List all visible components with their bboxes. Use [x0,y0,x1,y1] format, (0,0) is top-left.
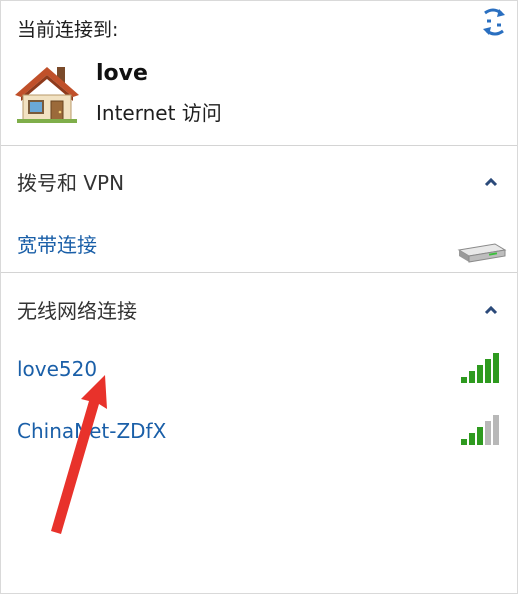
section-divider [1,145,517,146]
signal-bar [493,415,499,445]
house-icon [13,61,81,125]
section-divider [1,272,517,273]
wireless-collapse-button[interactable] [478,299,504,321]
wireless-section-title: 无线网络连接 [17,299,137,323]
signal-bar [477,365,483,383]
signal-bar [461,377,467,383]
connected-network-name: love [96,61,148,86]
signal-bar [477,427,483,445]
signal-bar [485,359,491,383]
signal-bar [461,439,467,445]
dialup-collapse-button[interactable] [478,171,504,193]
broadband-modem-icon [455,238,507,266]
network-flyout-panel: 当前连接到: love Internet 访问 拨号和 VPN 宽带连接 无线网… [0,0,518,594]
connected-network-status: Internet 访问 [96,101,222,125]
signal-bar [469,371,475,383]
signal-bar [469,433,475,445]
signal-bar [485,421,491,445]
signal-bar [493,353,499,383]
chevron-up-icon [484,177,498,187]
refresh-arrows-icon [483,8,505,36]
signal-strength-icon [457,413,503,447]
currently-connected-label: 当前连接到: [17,19,119,41]
wifi-network-chinanet-zdfx[interactable]: ChinaNet-ZDfX [17,419,166,443]
signal-strength-icon [457,351,503,385]
wifi-network-love520[interactable]: love520 [17,357,97,381]
broadband-connection-link[interactable]: 宽带连接 [17,229,97,258]
chevron-up-icon [484,305,498,315]
dialup-vpn-section-title: 拨号和 VPN [17,171,125,195]
refresh-button[interactable] [477,7,511,39]
